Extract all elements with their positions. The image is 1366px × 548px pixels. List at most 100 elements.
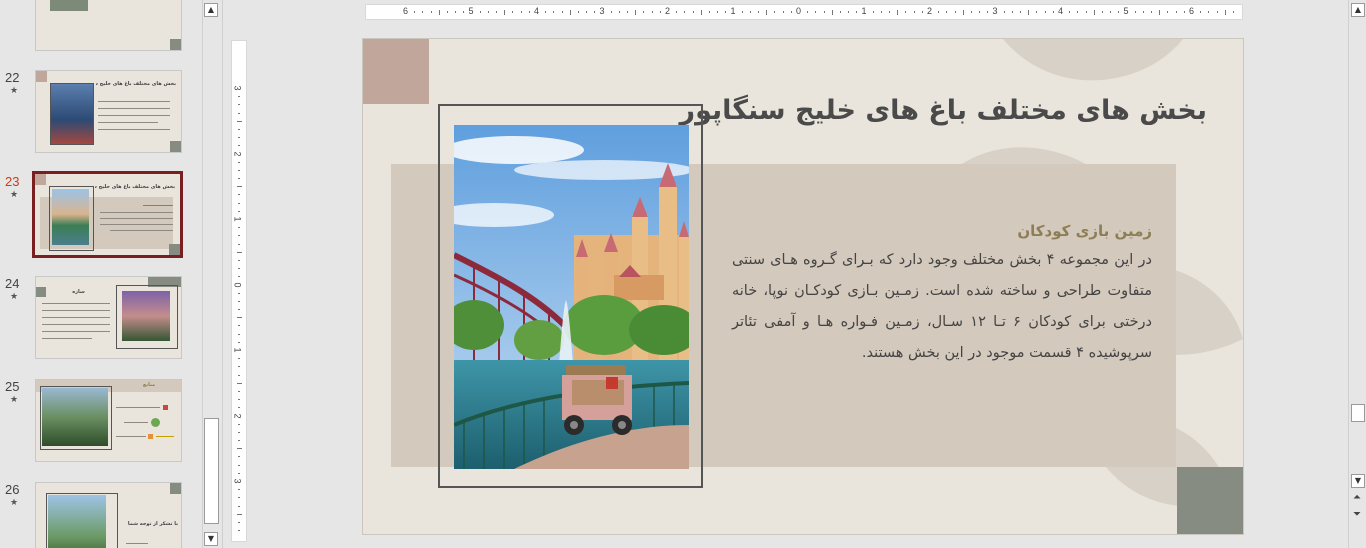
thumbnail-title: بخش های مختلف باغ های خلیج سنگاپور	[96, 81, 176, 87]
scroll-down-button[interactable]: ▼	[204, 532, 218, 546]
ruler-tick	[238, 431, 240, 433]
castle-photo-illustration	[454, 125, 689, 469]
ruler-tick	[1216, 11, 1218, 13]
ruler-tick	[238, 169, 240, 171]
subheading: زمین بازی کودکان	[1017, 222, 1152, 240]
ruler-tick	[237, 382, 242, 384]
slide-editor[interactable]: 6 5 4 3 2 1 0 1 2 3 4 5 6 3 2 1 0 1 2 3 بخش های مختلف باغ …	[222, 0, 1341, 548]
scroll-up-button[interactable]: ▲	[204, 3, 218, 17]
ruler-tick	[594, 11, 596, 13]
animation-star-icon: ★	[10, 395, 19, 405]
slide-number: 22	[5, 70, 20, 85]
castle-photo[interactable]	[454, 125, 689, 469]
ruler-tick	[238, 497, 240, 499]
slide-thumbnail[interactable]: سازه	[35, 276, 182, 359]
ruler-tick	[889, 11, 891, 13]
ruler-tick	[823, 11, 825, 13]
thumbnail-title: منابع	[142, 382, 156, 388]
ruler-tick	[1011, 11, 1013, 13]
scrollbar-thumb[interactable]	[1351, 404, 1365, 422]
ruler-number: 6	[403, 6, 409, 16]
ruler-tick	[1167, 11, 1169, 13]
ruler-tick	[938, 11, 940, 13]
ruler-tick	[237, 120, 242, 122]
next-slide-icon[interactable]: ⏷	[1353, 510, 1361, 520]
thumbnail-title: سازه	[72, 289, 85, 295]
slide-canvas[interactable]: بخش های مختلف باغ های خلیج سنگاپور زمین …	[362, 38, 1244, 535]
ruler-tick	[1110, 11, 1112, 13]
ruler-tick	[238, 243, 240, 245]
scroll-down-button[interactable]: ▼	[1351, 474, 1365, 488]
body-text-block[interactable]: زمین بازی کودکان در این مجموعه ۴ بخش مخت…	[732, 222, 1152, 369]
slide-thumbnail-selected[interactable]: بخش های مختلف باغ های خلیج سنگاپور	[32, 171, 183, 258]
ruler-tick	[684, 11, 686, 13]
ruler-tick	[479, 11, 481, 13]
ruler-tick	[238, 374, 240, 376]
ruler-tick	[238, 178, 240, 180]
slide-thumbnail[interactable]: با تشکر از توجه شما	[35, 482, 182, 548]
ruler-tick	[238, 104, 240, 106]
ruler-tick	[455, 11, 457, 13]
ruler-tick	[1028, 10, 1030, 15]
ruler-tick	[635, 10, 637, 15]
scroll-up-button[interactable]: ▲	[1351, 3, 1365, 17]
ruler-tick	[1003, 11, 1005, 13]
ruler-tick	[1085, 11, 1087, 13]
slide-thumbnail-pane[interactable]: 22 ★ بخش های مختلف باغ های خلیج سنگاپور …	[0, 0, 200, 548]
ruler-tick	[545, 11, 547, 13]
ruler-tick	[238, 440, 240, 442]
slide-thumbnail[interactable]	[35, 0, 182, 51]
ruler-tick	[1118, 11, 1120, 13]
ruler-number: 4	[1058, 6, 1064, 16]
ruler-tick	[569, 10, 571, 15]
ruler-tick	[577, 11, 579, 13]
horizontal-ruler[interactable]: 6 5 4 3 2 1 0 1 2 3 4 5 6	[365, 4, 1243, 20]
ruler-tick	[618, 11, 620, 13]
ruler-tick	[553, 11, 555, 13]
slide-thumbnail[interactable]: بخش های مختلف باغ های خلیج سنگاپور	[35, 70, 182, 153]
ruler-tick	[238, 276, 240, 278]
ruler-tick	[446, 11, 448, 13]
ruler-tick	[238, 235, 240, 237]
ruler-tick	[238, 399, 240, 401]
ruler-tick	[586, 11, 588, 13]
ruler-number: 5	[1123, 6, 1129, 16]
ruler-number: 3	[232, 85, 243, 91]
slide-number: 24	[5, 276, 20, 291]
ruler-tick	[790, 11, 792, 13]
ruler-tick	[238, 300, 240, 302]
ruler-tick	[1232, 11, 1234, 13]
animation-star-icon: ★	[10, 292, 19, 302]
ruler-tick	[238, 128, 240, 130]
ruler-tick	[237, 448, 242, 450]
thumbnail-title: بخش های مختلف باغ های خلیج سنگاپور	[95, 184, 175, 190]
editor-scrollbar[interactable]: ▲ ▼ ⏶ ⏷	[1348, 0, 1366, 548]
thumbnail-title: با تشکر از توجه شما	[127, 521, 178, 527]
ruler-tick	[610, 11, 612, 13]
ruler-tick	[512, 11, 514, 13]
previous-slide-icon[interactable]: ⏶	[1353, 493, 1361, 503]
scrollbar-thumb[interactable]	[204, 418, 219, 524]
ruler-tick	[238, 259, 240, 261]
slide-number: 26	[5, 482, 20, 497]
thumbnail-scrollbar[interactable]: ▲ ▼	[202, 0, 220, 548]
slide-number: 25	[5, 379, 20, 394]
ruler-tick	[1036, 11, 1038, 13]
ruler-tick	[1142, 11, 1144, 13]
ruler-number: 6	[1189, 6, 1195, 16]
ruler-tick	[979, 11, 981, 13]
ruler-tick	[238, 194, 240, 196]
vertical-ruler[interactable]: 3 2 1 0 1 2 3	[231, 40, 247, 542]
slide-title[interactable]: بخش های مختلف باغ های خلیج سنگاپور	[680, 95, 1207, 126]
ruler-tick	[676, 11, 678, 13]
ruler-tick	[725, 11, 727, 13]
ruler-tick	[1069, 11, 1071, 13]
ruler-tick	[1077, 11, 1079, 13]
ruler-tick	[238, 423, 240, 425]
ruler-tick	[831, 10, 833, 15]
ruler-tick	[487, 11, 489, 13]
ruler-tick	[1208, 11, 1210, 13]
slide-thumbnail[interactable]: منابع	[35, 379, 182, 462]
ruler-tick	[807, 11, 809, 13]
ruler-number: 3	[992, 6, 998, 16]
